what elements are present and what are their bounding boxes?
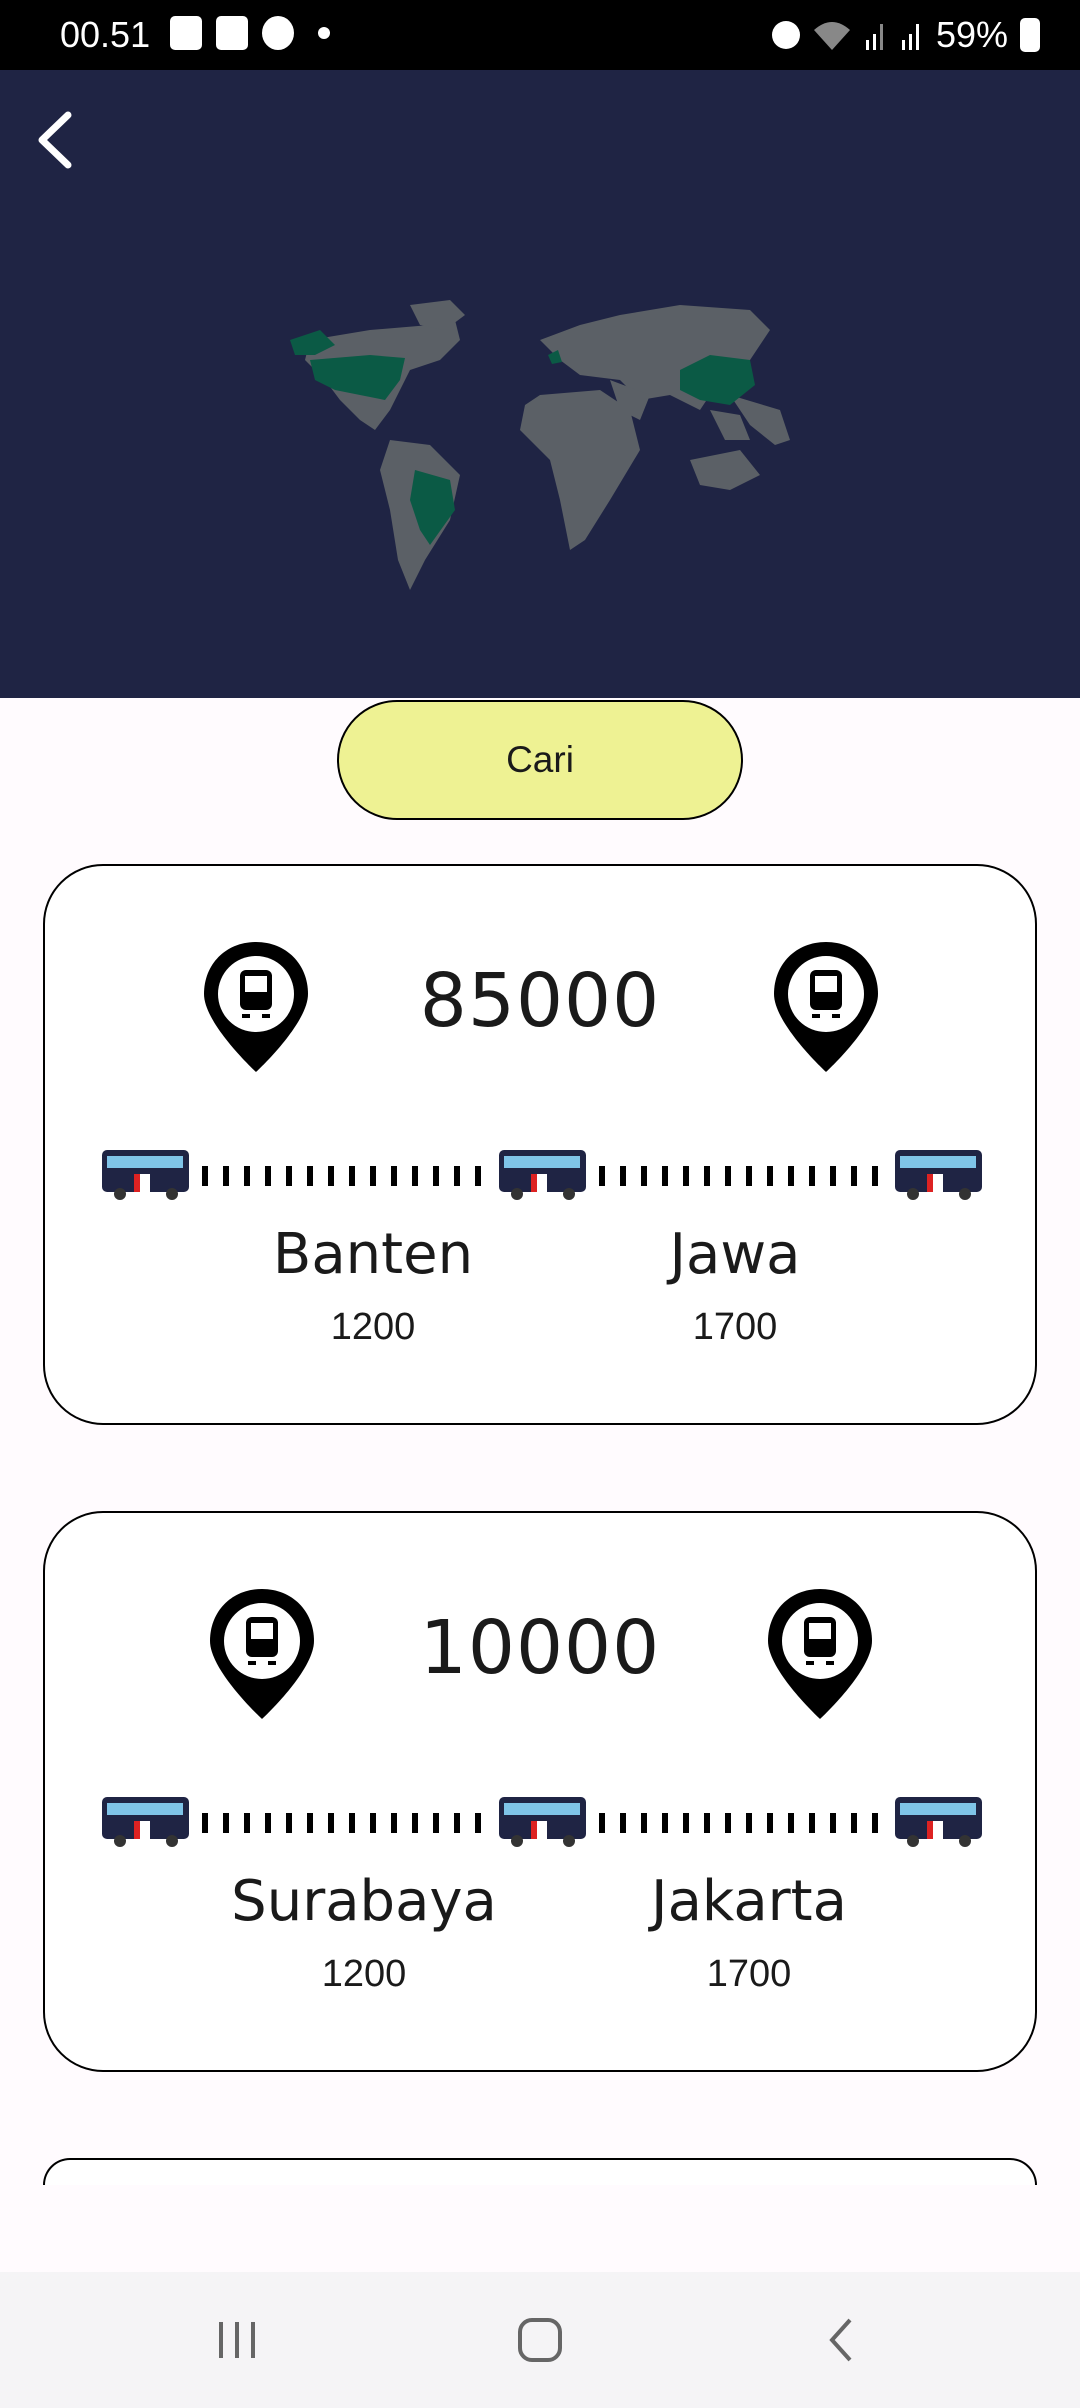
bus-icon <box>895 1797 982 1847</box>
bus-icon <box>102 1797 189 1847</box>
route-card[interactable]: 85000 Banten 1200 Jawa 1700 <box>43 864 1037 1425</box>
alarm-icon <box>771 21 800 49</box>
route-line <box>102 1148 982 1208</box>
bus-icon <box>895 1150 982 1200</box>
status-time: 00.51 <box>60 14 151 55</box>
bus-icon <box>102 1150 189 1200</box>
status-bar: 00.51 59% <box>0 0 1080 70</box>
route-card[interactable]: 10000 Surabaya 1200 Jakarta 1700 <box>43 1511 1037 2072</box>
world-map-image <box>290 300 790 590</box>
signal-icon <box>865 24 883 50</box>
bus-stop-pin-icon <box>774 942 878 1072</box>
battery-charging-icon <box>1020 18 1040 52</box>
signal-icon <box>901 24 919 50</box>
whatsapp-icon <box>262 16 294 50</box>
origin-city: Surabaya <box>231 1869 497 1934</box>
wifi-icon <box>813 22 850 50</box>
destination-city: Jawa <box>669 1222 801 1287</box>
destination-value: 1700 <box>706 1953 792 1995</box>
search-button[interactable]: Cari <box>337 700 743 820</box>
destination-value: 1700 <box>692 1306 778 1348</box>
gallery-icon <box>170 16 202 50</box>
home-icon[interactable] <box>510 2312 570 2368</box>
route-dots <box>202 1166 494 1186</box>
destination-city: Jakarta <box>651 1869 847 1934</box>
recent-apps-icon[interactable] <box>207 2312 267 2368</box>
bus-icon <box>499 1797 586 1847</box>
route-line <box>102 1795 982 1855</box>
dot-icon <box>318 27 330 39</box>
origin-value: 1200 <box>330 1306 416 1348</box>
system-nav-bar <box>0 2272 1080 2408</box>
battery-percent: 59% <box>935 14 1008 55</box>
chevron-left-icon[interactable] <box>28 105 88 175</box>
back-icon[interactable] <box>812 2312 872 2368</box>
route-dots <box>599 1813 891 1833</box>
route-price: 10000 <box>419 1605 661 1691</box>
route-dots <box>202 1813 494 1833</box>
origin-city: Banten <box>272 1222 474 1287</box>
bus-icon <box>499 1150 586 1200</box>
shopee-icon <box>216 16 248 50</box>
route-price: 85000 <box>419 958 661 1044</box>
route-dots <box>599 1166 891 1186</box>
header-banner <box>0 70 1080 698</box>
bus-stop-pin-icon <box>768 1589 872 1719</box>
route-card-partial[interactable] <box>43 2158 1037 2185</box>
route-list: 85000 Banten 1200 Jawa 1700 10000 Suraba… <box>0 864 1080 2185</box>
origin-value: 1200 <box>321 1953 407 1995</box>
